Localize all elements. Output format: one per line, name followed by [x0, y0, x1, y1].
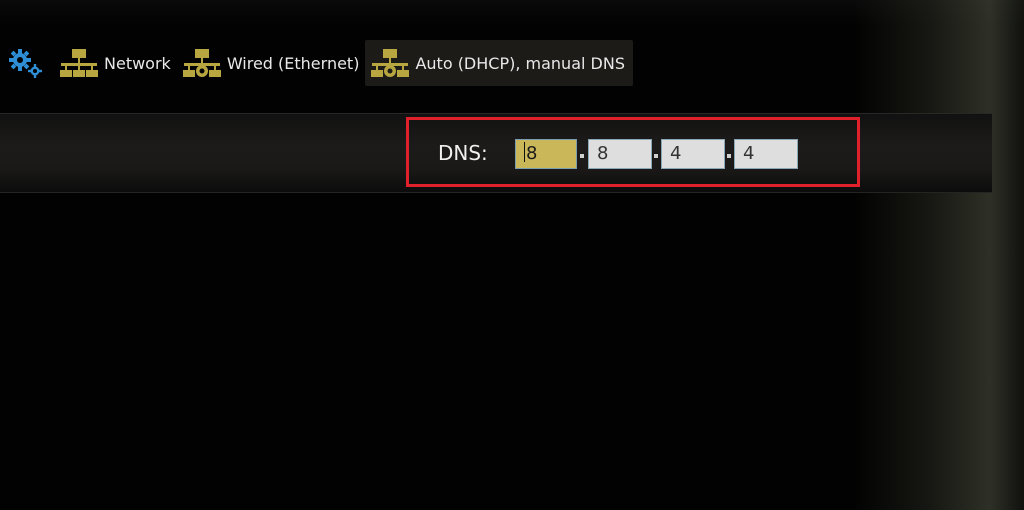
- dns-octet-1-input[interactable]: 8: [515, 139, 577, 169]
- network-icon: [60, 49, 98, 77]
- dns-octet-3-value: 4: [670, 143, 682, 164]
- tv-screen: Network Wired (Ethernet) Auto (DHCP), ma…: [0, 0, 1024, 510]
- breadcrumb-label-wired-ethernet: Wired (Ethernet): [226, 53, 360, 73]
- breadcrumb: Network Wired (Ethernet) Auto (DHCP), ma…: [8, 40, 633, 86]
- dns-octet-1-value: 8: [526, 143, 538, 164]
- text-caret: [524, 142, 525, 162]
- breadcrumb-label-auto-dhcp: Auto (DHCP), manual DNS: [415, 53, 625, 73]
- dns-separator: [727, 154, 731, 158]
- breadcrumb-item-wired-ethernet[interactable]: Wired (Ethernet): [177, 42, 366, 84]
- dns-octet-3-input[interactable]: 4: [661, 139, 725, 169]
- dns-octet-4-input[interactable]: 4: [734, 139, 798, 169]
- dns-octet-2-value: 8: [597, 143, 609, 164]
- dns-octet-4-value: 4: [743, 143, 755, 164]
- breadcrumb-item-auto-dhcp[interactable]: Auto (DHCP), manual DNS: [365, 40, 633, 86]
- dns-separator: [580, 154, 584, 158]
- wired-network-icon: [182, 49, 221, 77]
- breadcrumb-label-network: Network: [104, 53, 171, 73]
- dhcp-network-icon: [371, 49, 410, 77]
- breadcrumb-item-network[interactable]: Network: [54, 42, 177, 84]
- dns-label: DNS:: [438, 141, 488, 165]
- gear-icon[interactable]: [8, 47, 44, 79]
- dns-separator: [654, 154, 658, 158]
- dns-octet-2-input[interactable]: 8: [588, 139, 652, 169]
- ambient-glow: [854, 0, 1024, 510]
